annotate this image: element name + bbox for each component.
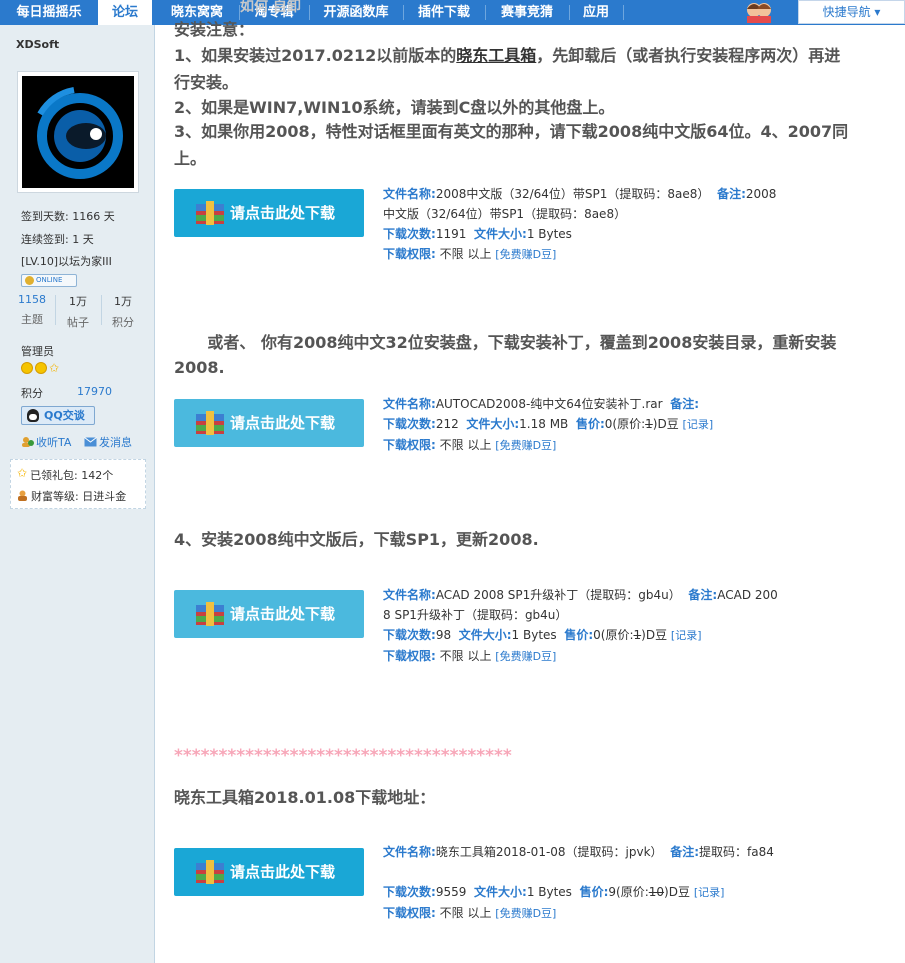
qq-chat-button[interactable]: QQ交谈 (21, 406, 95, 425)
download-info: 文件名称:晓东工具箱2018-01-08（提取码：jpvk） 备注:提取码：fa… (383, 845, 774, 920)
install-note-line: 行安装。 (174, 73, 239, 92)
download-info: 文件名称:ACAD 2008 SP1升级补丁（提取码：gb4u） 备注:ACAD… (383, 588, 778, 663)
user-sidebar: XDSoft 签到天数: 1166 天 连续签到: 1 天 [LV.10]以坛为… (0, 25, 155, 963)
count-topics[interactable]: 1158 主题 (10, 293, 54, 327)
alt-install-line: 或者、 你有2008纯中文32位安装盘，下载安装补丁，覆盖到2008安装目录，重… (174, 333, 837, 352)
download-info: 文件名称:2008中文版（32/64位）带SP1（提取码：8ae8） 备注:20… (383, 187, 777, 261)
user-level: [LV.10]以坛为家III (21, 255, 112, 268)
points-value: 17970 (77, 385, 112, 398)
archive-icon (196, 860, 224, 884)
separator-stars: ************************************** (174, 746, 512, 766)
download-button[interactable]: 请点击此处下载 (174, 399, 364, 447)
install-note-line: 3、如果你用2008，特性对话框里面有英文的那种，请下载2008纯中文版64位。… (174, 122, 849, 141)
gift-count: ✩ 已领礼包: 142个 (17, 466, 114, 482)
qq-penguin-icon (27, 409, 39, 422)
sign-days: 签到天数: 1166 天 (21, 210, 115, 223)
count-points: 1万 积分 (112, 295, 134, 329)
archive-icon (196, 201, 224, 225)
user-extra-info: ✩ 已领礼包: 142个 财富等级: 日进斗金 (10, 459, 146, 509)
install-note-line: 1、如果安装过2017.0212以前版本的晓东工具箱，先卸载后（或者执行安装程序… (174, 46, 841, 65)
mail-icon (84, 437, 97, 447)
points-label: 积分 (21, 387, 43, 400)
username[interactable]: XDSoft (16, 38, 59, 51)
continuous-sign-days: 连续签到: 1 天 (21, 233, 94, 246)
user-counts: 1158 主题 1万 帖子 1万 积分 (10, 293, 144, 329)
free-beans-link[interactable]: [免费赚D豆] (495, 907, 556, 920)
install-note-heading: 安装注意： (174, 20, 255, 39)
install-note-line: 上。 (174, 149, 207, 168)
toolbox-link[interactable]: 晓东工具箱 (456, 46, 536, 65)
free-beans-link[interactable]: [免费赚D豆] (495, 439, 556, 452)
archive-icon (196, 602, 224, 626)
follow-icon (22, 437, 34, 447)
alt-install-line: 2008. (174, 358, 225, 377)
star-icon: ✩ (17, 466, 28, 480)
toolbox-download-heading: 晓东工具箱2018.01.08下载地址： (174, 788, 436, 807)
record-link[interactable]: [记录] (683, 418, 714, 431)
overlapped-title-text: 如何 自卸 (240, 0, 301, 15)
download-button[interactable]: 请点击此处下载 (174, 590, 364, 638)
smile-icon (35, 362, 47, 374)
avatar-logo-icon (22, 76, 134, 188)
online-icon (25, 276, 34, 285)
download-button[interactable]: 请点击此处下载 (174, 848, 364, 896)
send-message-link[interactable]: 发消息 (84, 434, 132, 450)
nav-item-daily[interactable]: 每日摇摇乐 (0, 0, 98, 25)
follow-link[interactable]: 收听TA (21, 434, 71, 450)
record-link[interactable]: [记录] (671, 629, 702, 642)
wealth-icon (18, 490, 27, 501)
online-status-badge: ONLINE (21, 274, 77, 287)
rank-icons: ✩ (21, 362, 59, 376)
free-beans-link[interactable]: [免费赚D豆] (495, 248, 556, 261)
user-role[interactable]: 管理员 (21, 343, 54, 359)
wealth-level: 财富等级: 日进斗金 (17, 488, 126, 504)
archive-icon (196, 411, 224, 435)
free-beans-link[interactable]: [免费赚D豆] (495, 650, 556, 663)
nav-item-forum[interactable]: 论坛 (98, 0, 152, 25)
download-info: 文件名称:AUTOCAD2008-纯中文64位安装补丁.rar 备注: 下载次数… (383, 397, 714, 452)
star-icon: ✩ (49, 361, 60, 375)
record-link[interactable]: [记录] (694, 886, 725, 899)
install-note-line: 2、如果是WIN7,WIN10系统，请装到C盘以外的其他盘上。 (174, 98, 615, 117)
download-button[interactable]: 请点击此处下载 (174, 189, 364, 237)
avatar[interactable] (17, 71, 139, 193)
smile-icon (21, 362, 33, 374)
sp1-instruction: 4、安装2008纯中文版后，下载SP1，更新2008. (174, 530, 539, 549)
count-posts: 1万 帖子 (67, 295, 89, 329)
